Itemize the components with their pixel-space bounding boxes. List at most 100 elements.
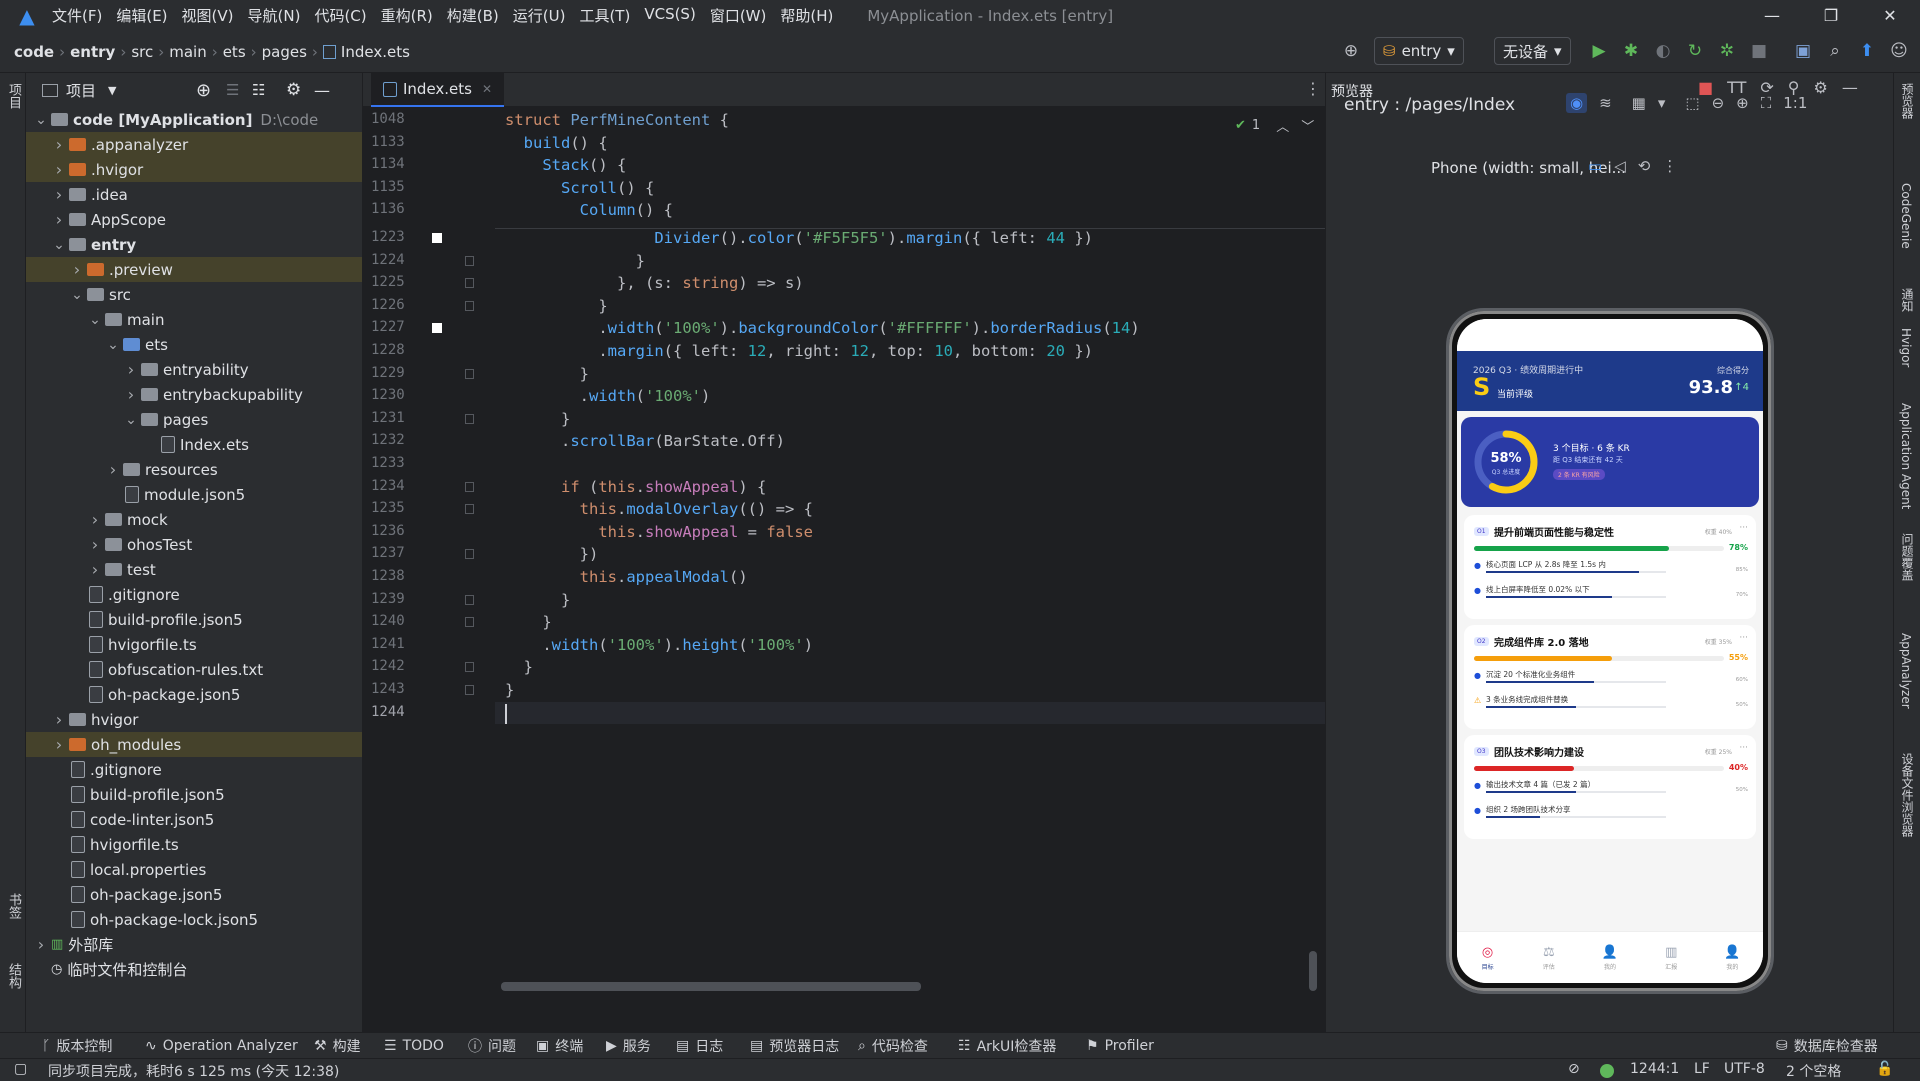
breadcrumb-item[interactable]: entry bbox=[70, 43, 115, 61]
tool-window-button[interactable]: ⚑ Profiler bbox=[1086, 1033, 1154, 1058]
fold-marker-icon[interactable] bbox=[465, 549, 474, 560]
right-tool-button[interactable]: CodeGenie bbox=[1899, 183, 1913, 249]
chevron-right-icon[interactable]: › bbox=[52, 160, 66, 179]
tree-item[interactable]: › .hvigor bbox=[26, 157, 362, 182]
tool-window-button[interactable]: ᚴ 版本控制 bbox=[42, 1033, 112, 1058]
tree-item[interactable]: local.properties bbox=[26, 857, 362, 882]
database-inspector-button[interactable]: ⛁ 数据库检查器 bbox=[1776, 1033, 1878, 1058]
inspection-widget[interactable]: ✔ 1 ︿ ﹀ bbox=[1235, 116, 1314, 135]
chevron-right-icon[interactable]: › bbox=[88, 510, 102, 529]
ratio-icon[interactable]: 1:1 bbox=[1783, 94, 1807, 112]
caret-position[interactable]: 1244:1 bbox=[1630, 1061, 1679, 1077]
chevron-right-icon[interactable]: › bbox=[88, 560, 102, 579]
fold-marker-icon[interactable] bbox=[465, 685, 474, 695]
tree-item[interactable]: › mock bbox=[26, 507, 362, 532]
menu-item[interactable]: 帮助(H) bbox=[780, 5, 833, 26]
fold-marker-icon[interactable] bbox=[465, 594, 474, 605]
menu-item[interactable]: 文件(F) bbox=[52, 5, 102, 26]
rotate-icon[interactable]: ⟲ bbox=[1638, 157, 1651, 175]
lock-icon[interactable]: 🔓 bbox=[1876, 1061, 1893, 1077]
right-tool-button[interactable]: 问题覆盖 bbox=[1899, 533, 1916, 581]
stop-icon[interactable]: ■ bbox=[1746, 38, 1772, 64]
tree-item[interactable]: Index.ets bbox=[26, 432, 362, 457]
fold-marker-icon[interactable] bbox=[465, 368, 474, 379]
right-tool-button[interactable]: 设备文件浏览器 bbox=[1899, 753, 1916, 837]
settings-gear-icon[interactable]: ⚙ bbox=[286, 80, 301, 100]
vertical-scrollbar[interactable] bbox=[1309, 951, 1317, 991]
chevron-right-icon[interactable]: › bbox=[52, 135, 66, 154]
project-tool-button[interactable]: 项目 bbox=[4, 83, 23, 109]
search-icon[interactable]: ⌕ bbox=[1822, 38, 1848, 64]
tree-item[interactable]: hvigorfile.ts bbox=[26, 632, 362, 657]
tool-window-button[interactable]: ⓘ 问题 bbox=[468, 1033, 516, 1058]
close-tab-icon[interactable]: ✕ bbox=[482, 82, 492, 96]
okr-card[interactable]: O1 提升前端页面性能与稳定性 权重 40% ··· 78% ● 核心页面 LCP 从 2.… bbox=[1464, 515, 1756, 619]
tree-item[interactable]: oh-package.json5 bbox=[26, 682, 362, 707]
chevron-right-icon[interactable]: › bbox=[52, 185, 66, 204]
more-options-icon[interactable]: ⋮ bbox=[1662, 157, 1677, 175]
tree-item[interactable]: obfuscation-rules.txt bbox=[26, 657, 362, 682]
settings-gear-icon[interactable]: ⚙ bbox=[1814, 78, 1828, 97]
tool-window-button[interactable]: ☷ ArkUI检查器 bbox=[958, 1033, 1056, 1058]
chevron-right-icon[interactable]: › bbox=[52, 735, 66, 754]
panel-toggle-icon[interactable]: ▢ bbox=[14, 1061, 27, 1077]
project-view-select[interactable]: 项目 bbox=[66, 80, 96, 101]
back-icon[interactable]: ◁ bbox=[1614, 157, 1626, 175]
tree-item[interactable]: .gitignore bbox=[26, 582, 362, 607]
file-encoding[interactable]: UTF-8 bbox=[1724, 1061, 1765, 1077]
tree-item[interactable]: oh-package-lock.json5 bbox=[26, 907, 362, 932]
tree-item[interactable]: build-profile.json5 bbox=[26, 782, 362, 807]
app-nav-item[interactable]: ⚖ 评估 bbox=[1518, 932, 1579, 983]
indent-setting[interactable]: 2 个空格 bbox=[1786, 1061, 1841, 1081]
hide-panel-icon[interactable]: — bbox=[314, 81, 330, 100]
tab-index-ets[interactable]: Index.ets ✕ bbox=[371, 73, 505, 107]
device-select[interactable]: 无设备 ▾ bbox=[1494, 37, 1571, 65]
chevron-down-icon[interactable]: ▾ bbox=[1658, 94, 1666, 112]
more-icon[interactable]: ··· bbox=[1739, 743, 1748, 753]
app-nav-item[interactable]: ▥ 汇报 bbox=[1641, 932, 1702, 983]
profile-icon[interactable]: ✲ bbox=[1714, 38, 1740, 64]
expand-all-icon[interactable]: ☰ bbox=[226, 81, 239, 99]
bookmarks-tool-button[interactable]: 书签 bbox=[4, 893, 23, 919]
structure-tool-button[interactable]: 结构 bbox=[4, 963, 23, 989]
chevron-right-icon[interactable]: › bbox=[34, 935, 48, 954]
collapse-all-icon[interactable]: ☷ bbox=[252, 81, 265, 99]
breadcrumb-item[interactable]: main bbox=[169, 43, 206, 61]
fold-marker-icon[interactable] bbox=[465, 617, 474, 628]
right-tool-button[interactable]: 预览器 bbox=[1899, 83, 1916, 119]
tree-item[interactable]: ◷ 临时文件和控制台 bbox=[26, 957, 362, 982]
device-frame-icon[interactable]: ▭ bbox=[1588, 157, 1602, 175]
tree-item[interactable]: ⌄ entry bbox=[26, 232, 362, 257]
menu-item[interactable]: 视图(V) bbox=[182, 5, 234, 26]
minimize-icon[interactable]: — bbox=[1744, 0, 1800, 31]
tree-item[interactable]: hvigorfile.ts bbox=[26, 832, 362, 857]
tool-window-button[interactable]: ▤ 日志 bbox=[676, 1033, 723, 1058]
apply-changes-icon[interactable]: ↻ bbox=[1682, 38, 1708, 64]
restore-icon[interactable]: ❐ bbox=[1803, 0, 1859, 31]
menu-item[interactable]: 运行(U) bbox=[513, 5, 566, 26]
tree-item[interactable]: build-profile.json5 bbox=[26, 607, 362, 632]
right-tool-button[interactable]: 通知 bbox=[1899, 288, 1916, 312]
app-nav-item[interactable]: 👤 我的 bbox=[1702, 932, 1763, 983]
tree-item[interactable]: ⌄ main bbox=[26, 307, 362, 332]
debug-icon[interactable]: ✱ bbox=[1618, 38, 1644, 64]
tool-window-button[interactable]: ☰ TODO bbox=[384, 1033, 444, 1058]
chevron-down-icon[interactable]: ▼ bbox=[108, 84, 116, 97]
target-icon[interactable]: ⊕ bbox=[1338, 38, 1364, 64]
app-nav-item[interactable]: ◎ 目标 bbox=[1457, 932, 1518, 983]
chevron-right-icon[interactable]: › bbox=[70, 260, 84, 279]
tree-item[interactable]: › entryability bbox=[26, 357, 362, 382]
status-ok-icon[interactable] bbox=[1600, 1064, 1614, 1078]
line-separator[interactable]: LF bbox=[1694, 1061, 1710, 1077]
chevron-right-icon[interactable]: › bbox=[52, 710, 66, 729]
tool-window-button[interactable]: ▶ 服务 bbox=[606, 1033, 651, 1058]
tree-item[interactable]: › .preview bbox=[26, 257, 362, 282]
tree-item[interactable]: › .idea bbox=[26, 182, 362, 207]
tree-item[interactable]: › AppScope bbox=[26, 207, 362, 232]
tree-item[interactable]: ⌄ src bbox=[26, 282, 362, 307]
right-tool-button[interactable]: AppAnalyzer bbox=[1899, 633, 1913, 709]
tree-item[interactable]: module.json5 bbox=[26, 482, 362, 507]
fold-marker-icon[interactable] bbox=[465, 662, 474, 673]
menu-item[interactable]: 重构(R) bbox=[381, 5, 433, 26]
tree-item[interactable]: › .appanalyzer bbox=[26, 132, 362, 157]
